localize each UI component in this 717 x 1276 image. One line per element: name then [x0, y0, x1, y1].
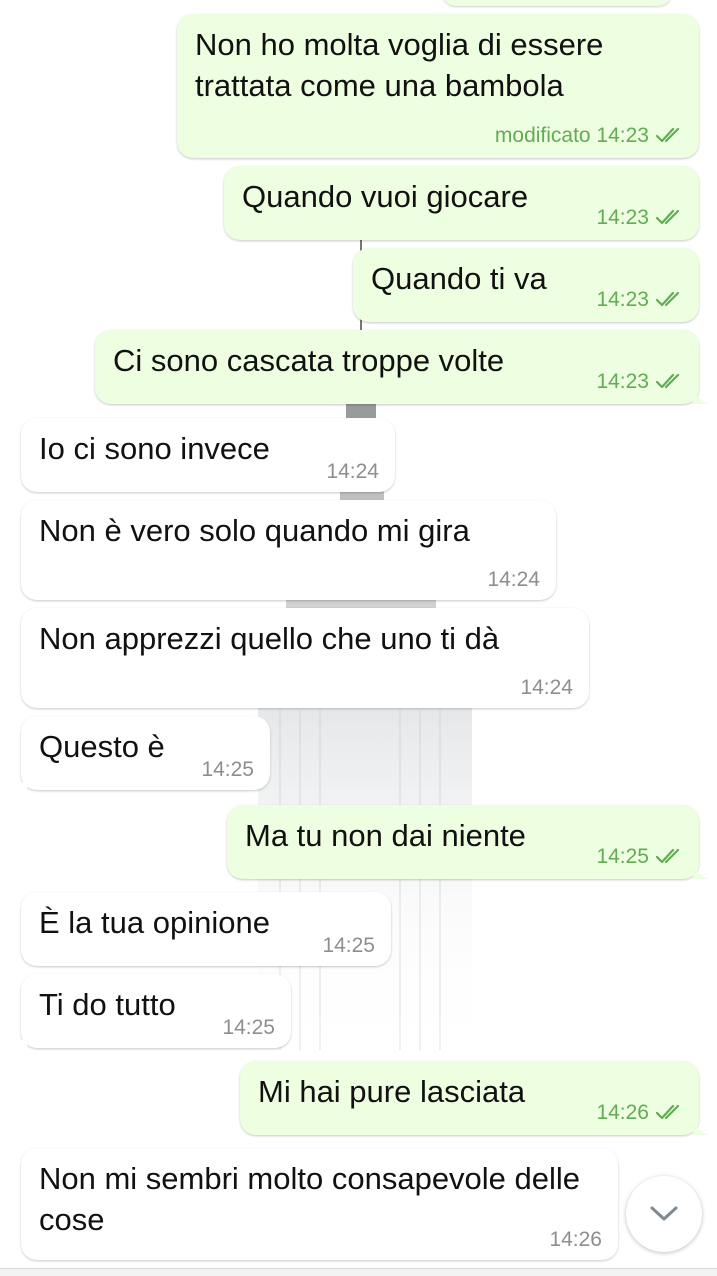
outgoing-message[interactable]: Ci sono cascata troppe volte 14:23 [95, 330, 709, 404]
incoming-message[interactable]: Non mi sembri molto consapevole delle co… [21, 1148, 618, 1260]
double-check-icon [655, 290, 683, 314]
message-text: Non apprezzi quello che uno ti dà [39, 621, 500, 656]
message-meta: 14:24 [326, 460, 379, 484]
message-time: 14:24 [520, 676, 573, 699]
message-text: Non è vero solo quando mi gira [39, 513, 470, 548]
message-time: 14:26 [596, 1101, 649, 1124]
double-check-icon [655, 208, 683, 232]
bubble-tail [11, 1032, 27, 1048]
message-text: Non ho molta voglia di essere trattata c… [195, 27, 604, 103]
outgoing-message[interactable]: Quando vuoi giocare 14:23 [224, 166, 699, 240]
chevron-down-icon [650, 1206, 678, 1221]
message-time: 14:23 [596, 206, 649, 229]
incoming-message[interactable]: Questo è 14:25 [11, 716, 270, 790]
message-time: 14:24 [487, 568, 540, 591]
bubble-tail [693, 1119, 709, 1135]
message-time: modificato 14:23 [494, 124, 649, 147]
message-meta: 14:23 [596, 206, 683, 232]
incoming-message[interactable]: È la tua opinione 14:25 [21, 892, 391, 966]
message-time: 14:23 [596, 288, 649, 311]
message-meta: 14:23 [596, 288, 683, 314]
double-check-icon [655, 1103, 683, 1127]
incoming-message[interactable]: Io ci sono invece 14:24 [21, 418, 395, 492]
outgoing-message[interactable]: Ma tu non dai niente 14:25 [227, 805, 709, 879]
message-meta: 14:25 [322, 934, 375, 958]
incoming-message[interactable]: Non è vero solo quando mi gira 14:24 [21, 500, 556, 600]
message-meta: 14:25 [596, 845, 683, 871]
message-time: 14:23 [596, 370, 649, 393]
outgoing-message[interactable]: Quando ti va 14:23 [353, 248, 699, 322]
message-meta: modificato 14:23 [495, 124, 683, 150]
message-time: 14:25 [322, 934, 375, 957]
message-meta: 14:24 [520, 676, 573, 700]
message-meta: 14:23 [596, 370, 683, 396]
bubble-tail [693, 863, 709, 879]
message-meta: 14:25 [201, 758, 254, 782]
message-text: Non mi sembri molto consapevole delle co… [39, 1161, 581, 1237]
message-meta: 14:25 [222, 1016, 275, 1040]
message-time: 14:25 [201, 758, 254, 781]
bubble-tail [693, 388, 709, 404]
bubble-tail [11, 774, 27, 790]
message-time: 14:25 [596, 845, 649, 868]
double-check-icon [655, 847, 683, 871]
message-meta: 14:24 [487, 568, 540, 592]
message-time: 14:25 [222, 1016, 275, 1039]
message-meta: 14:26 [596, 1101, 683, 1127]
outgoing-message[interactable]: Non ho molta voglia di essere trattata c… [177, 14, 699, 158]
double-check-icon [655, 372, 683, 396]
scroll-to-bottom-button[interactable] [626, 1176, 702, 1252]
incoming-message[interactable]: Ti do tutto 14:25 [11, 974, 291, 1048]
previous-message-edge [442, 0, 672, 6]
message-time: 14:24 [326, 460, 379, 483]
message-meta: 14:26 [549, 1228, 602, 1252]
incoming-message[interactable]: Non apprezzi quello che uno ti dà 14:24 [21, 608, 589, 708]
message-time: 14:26 [549, 1228, 602, 1251]
outgoing-message[interactable]: Mi hai pure lasciata 14:26 [240, 1061, 709, 1135]
double-check-icon [655, 126, 683, 150]
